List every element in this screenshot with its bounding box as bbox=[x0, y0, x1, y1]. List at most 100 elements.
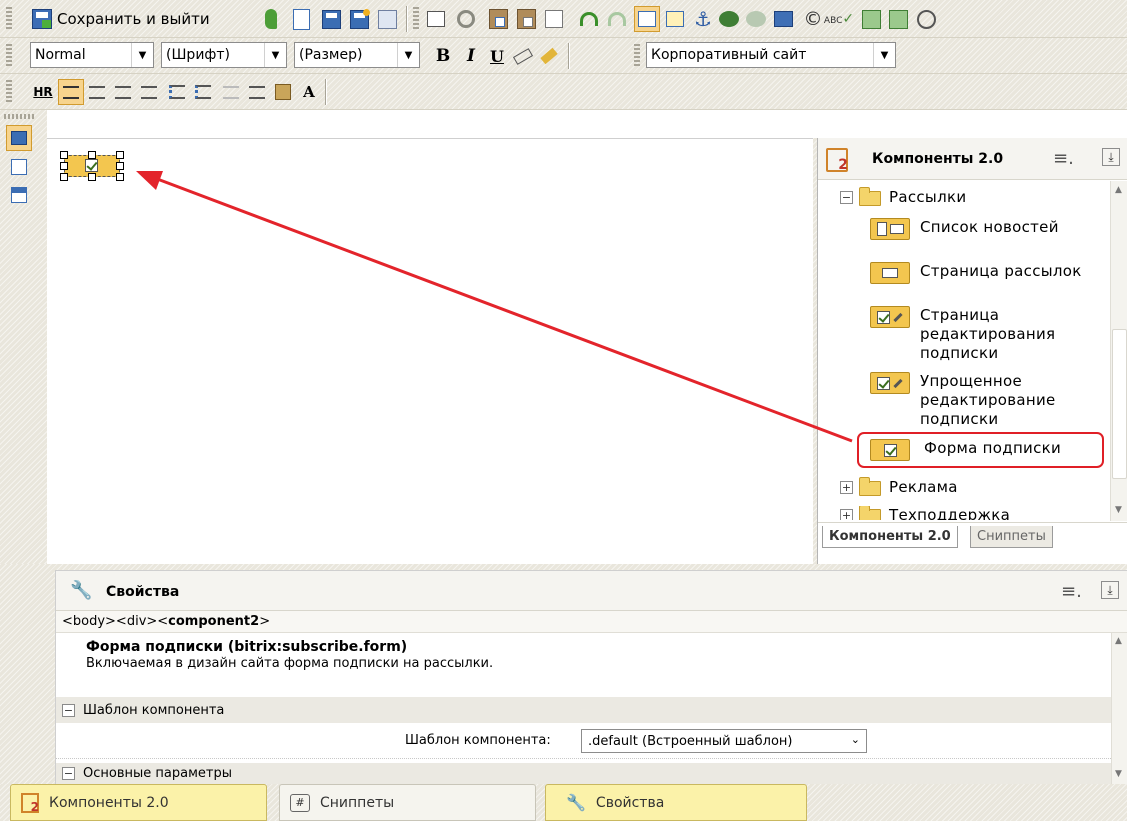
format-brush-button[interactable] bbox=[536, 43, 562, 69]
undo-button[interactable] bbox=[576, 6, 602, 32]
paste-text-button[interactable] bbox=[513, 6, 539, 32]
align-left-icon bbox=[63, 85, 79, 99]
italic-button[interactable]: I bbox=[458, 43, 484, 69]
bottom-tab-components[interactable]: 2 Компоненты 2.0 bbox=[10, 784, 267, 821]
outdent-button[interactable] bbox=[218, 79, 244, 105]
tag-path-current[interactable]: component2 bbox=[168, 614, 259, 629]
clean-button[interactable] bbox=[541, 6, 567, 32]
bottom-tab-snippets[interactable]: # Сниппеты bbox=[279, 784, 536, 821]
component-item[interactable]: Упрощенное редактирование подписки bbox=[870, 372, 1098, 429]
bottom-tab-properties[interactable]: 🔧 Свойства bbox=[545, 784, 807, 821]
code-mode-button[interactable] bbox=[6, 154, 32, 180]
section-main-header[interactable]: − Основные параметры bbox=[56, 763, 1111, 784]
chevron-down-icon: ▼ bbox=[264, 43, 286, 67]
component-label: Форма подписки bbox=[924, 439, 1062, 457]
table-button[interactable] bbox=[662, 6, 688, 32]
scroll-down-icon[interactable]: ▼ bbox=[1115, 769, 1122, 779]
template-field-select[interactable]: .default (Встроенный шаблон) ⌄ bbox=[581, 729, 867, 753]
scroll-up-icon[interactable]: ▲ bbox=[1115, 185, 1122, 195]
settings-button[interactable] bbox=[453, 6, 479, 32]
properties-panel: 🔧 Свойства ≡. ⤓ <body><div><component2> … bbox=[55, 570, 1127, 784]
collapse-icon[interactable]: − bbox=[62, 767, 75, 780]
new-page-button[interactable] bbox=[288, 6, 314, 32]
layout-button[interactable] bbox=[858, 6, 884, 32]
toolbar-grip[interactable] bbox=[6, 80, 12, 104]
paste-word-button[interactable] bbox=[485, 6, 511, 32]
scroll-thumb[interactable] bbox=[1112, 329, 1127, 479]
expand-icon[interactable]: + bbox=[840, 481, 853, 494]
save-button[interactable] bbox=[318, 6, 344, 32]
panel-menu-icon[interactable]: ≡. bbox=[1061, 581, 1082, 602]
editor-area[interactable] bbox=[47, 138, 813, 564]
html-edit-button[interactable] bbox=[258, 6, 284, 32]
layout2-button[interactable] bbox=[885, 6, 911, 32]
panel-menu-icon[interactable]: ≡. bbox=[1053, 148, 1074, 169]
component-item-selected[interactable]: Форма подписки bbox=[870, 439, 1098, 461]
save-exit-button[interactable]: Сохранить и выйти bbox=[32, 6, 210, 32]
code-icon bbox=[11, 159, 27, 175]
flash-button[interactable] bbox=[913, 6, 939, 32]
redo-button[interactable] bbox=[604, 6, 630, 32]
spellcheck-button[interactable]: ABC✓ bbox=[824, 6, 854, 32]
section-template-header[interactable]: − Шаблон компонента bbox=[56, 697, 1111, 723]
unordered-list-button[interactable] bbox=[190, 79, 216, 105]
underline-button[interactable]: U bbox=[484, 43, 510, 69]
align-right-button[interactable] bbox=[110, 79, 136, 105]
style-select[interactable]: Normal ▼ bbox=[30, 42, 154, 68]
properties-button[interactable] bbox=[374, 6, 400, 32]
folder-label: Рассылки bbox=[889, 188, 967, 206]
paste-text-icon bbox=[516, 9, 536, 29]
panel-dock-button[interactable]: ⤓ bbox=[1101, 581, 1119, 599]
special-char-button[interactable]: © bbox=[800, 6, 826, 32]
toolbar-grip[interactable] bbox=[6, 7, 12, 31]
toolbar-grip[interactable] bbox=[4, 114, 36, 119]
toolbar-grip[interactable] bbox=[634, 44, 640, 68]
eraser-button[interactable] bbox=[510, 43, 536, 69]
folder-item-ads[interactable]: + Реклама bbox=[840, 477, 958, 497]
components-scrollbar[interactable]: ▲ ▼ bbox=[1110, 181, 1127, 521]
bold-button[interactable]: B bbox=[430, 43, 456, 69]
tab-snippets[interactable]: Сниппеты bbox=[970, 526, 1053, 548]
scroll-down-icon[interactable]: ▼ bbox=[1115, 505, 1122, 515]
component-placeholder[interactable] bbox=[60, 151, 124, 181]
wysiwyg-mode-button[interactable] bbox=[6, 125, 32, 151]
text-direction-button[interactable] bbox=[270, 79, 296, 105]
component-item[interactable]: Список новостей bbox=[870, 218, 1098, 240]
anchor-button[interactable]: ⚓ bbox=[690, 6, 716, 32]
indent-button[interactable] bbox=[244, 79, 270, 105]
font-color-button[interactable]: A bbox=[296, 79, 322, 105]
checkbox-icon bbox=[85, 159, 98, 172]
justify-button[interactable] bbox=[136, 79, 162, 105]
component-item[interactable]: Страница рассылок bbox=[870, 262, 1098, 284]
fullscreen-button[interactable] bbox=[423, 6, 449, 32]
link-button[interactable] bbox=[716, 6, 742, 32]
wrench-icon: 🔧 bbox=[70, 580, 93, 601]
split-mode-button[interactable] bbox=[6, 182, 32, 208]
unlink-button[interactable] bbox=[743, 6, 769, 32]
font-select[interactable]: (Шрифт) ▼ bbox=[161, 42, 287, 68]
size-select[interactable]: (Размер) ▼ bbox=[294, 42, 420, 68]
folder-item-mailings[interactable]: − Рассылки bbox=[840, 187, 967, 207]
properties-scrollbar[interactable]: ▲ ▼ bbox=[1111, 633, 1127, 784]
align-center-button[interactable] bbox=[84, 79, 110, 105]
align-center-icon bbox=[89, 85, 105, 99]
component-item[interactable]: Страница редактирования подписки bbox=[870, 306, 1098, 363]
scroll-up-icon[interactable]: ▲ bbox=[1115, 636, 1122, 646]
align-left-button[interactable] bbox=[58, 79, 84, 105]
expand-icon[interactable]: + bbox=[840, 509, 853, 520]
template-select[interactable]: Корпоративный сайт ▼ bbox=[646, 42, 896, 68]
ordered-list-button[interactable] bbox=[164, 79, 190, 105]
save-as-button[interactable] bbox=[346, 6, 372, 32]
folder-item-support[interactable]: + Техподдержка bbox=[840, 506, 1010, 520]
bottom-tab-label: Сниппеты bbox=[320, 794, 395, 811]
hr-button[interactable]: HR bbox=[30, 79, 56, 105]
panel-dock-button[interactable]: ⤓ bbox=[1102, 148, 1120, 166]
collapse-icon[interactable]: − bbox=[840, 191, 853, 204]
collapse-icon[interactable]: − bbox=[62, 703, 75, 717]
toolbar-grip[interactable] bbox=[6, 44, 12, 68]
tab-components[interactable]: Компоненты 2.0 bbox=[822, 526, 958, 548]
image-button[interactable] bbox=[770, 6, 796, 32]
borders-button[interactable] bbox=[634, 6, 660, 32]
folder-icon bbox=[859, 477, 881, 496]
toolbar-grip[interactable] bbox=[413, 7, 419, 31]
